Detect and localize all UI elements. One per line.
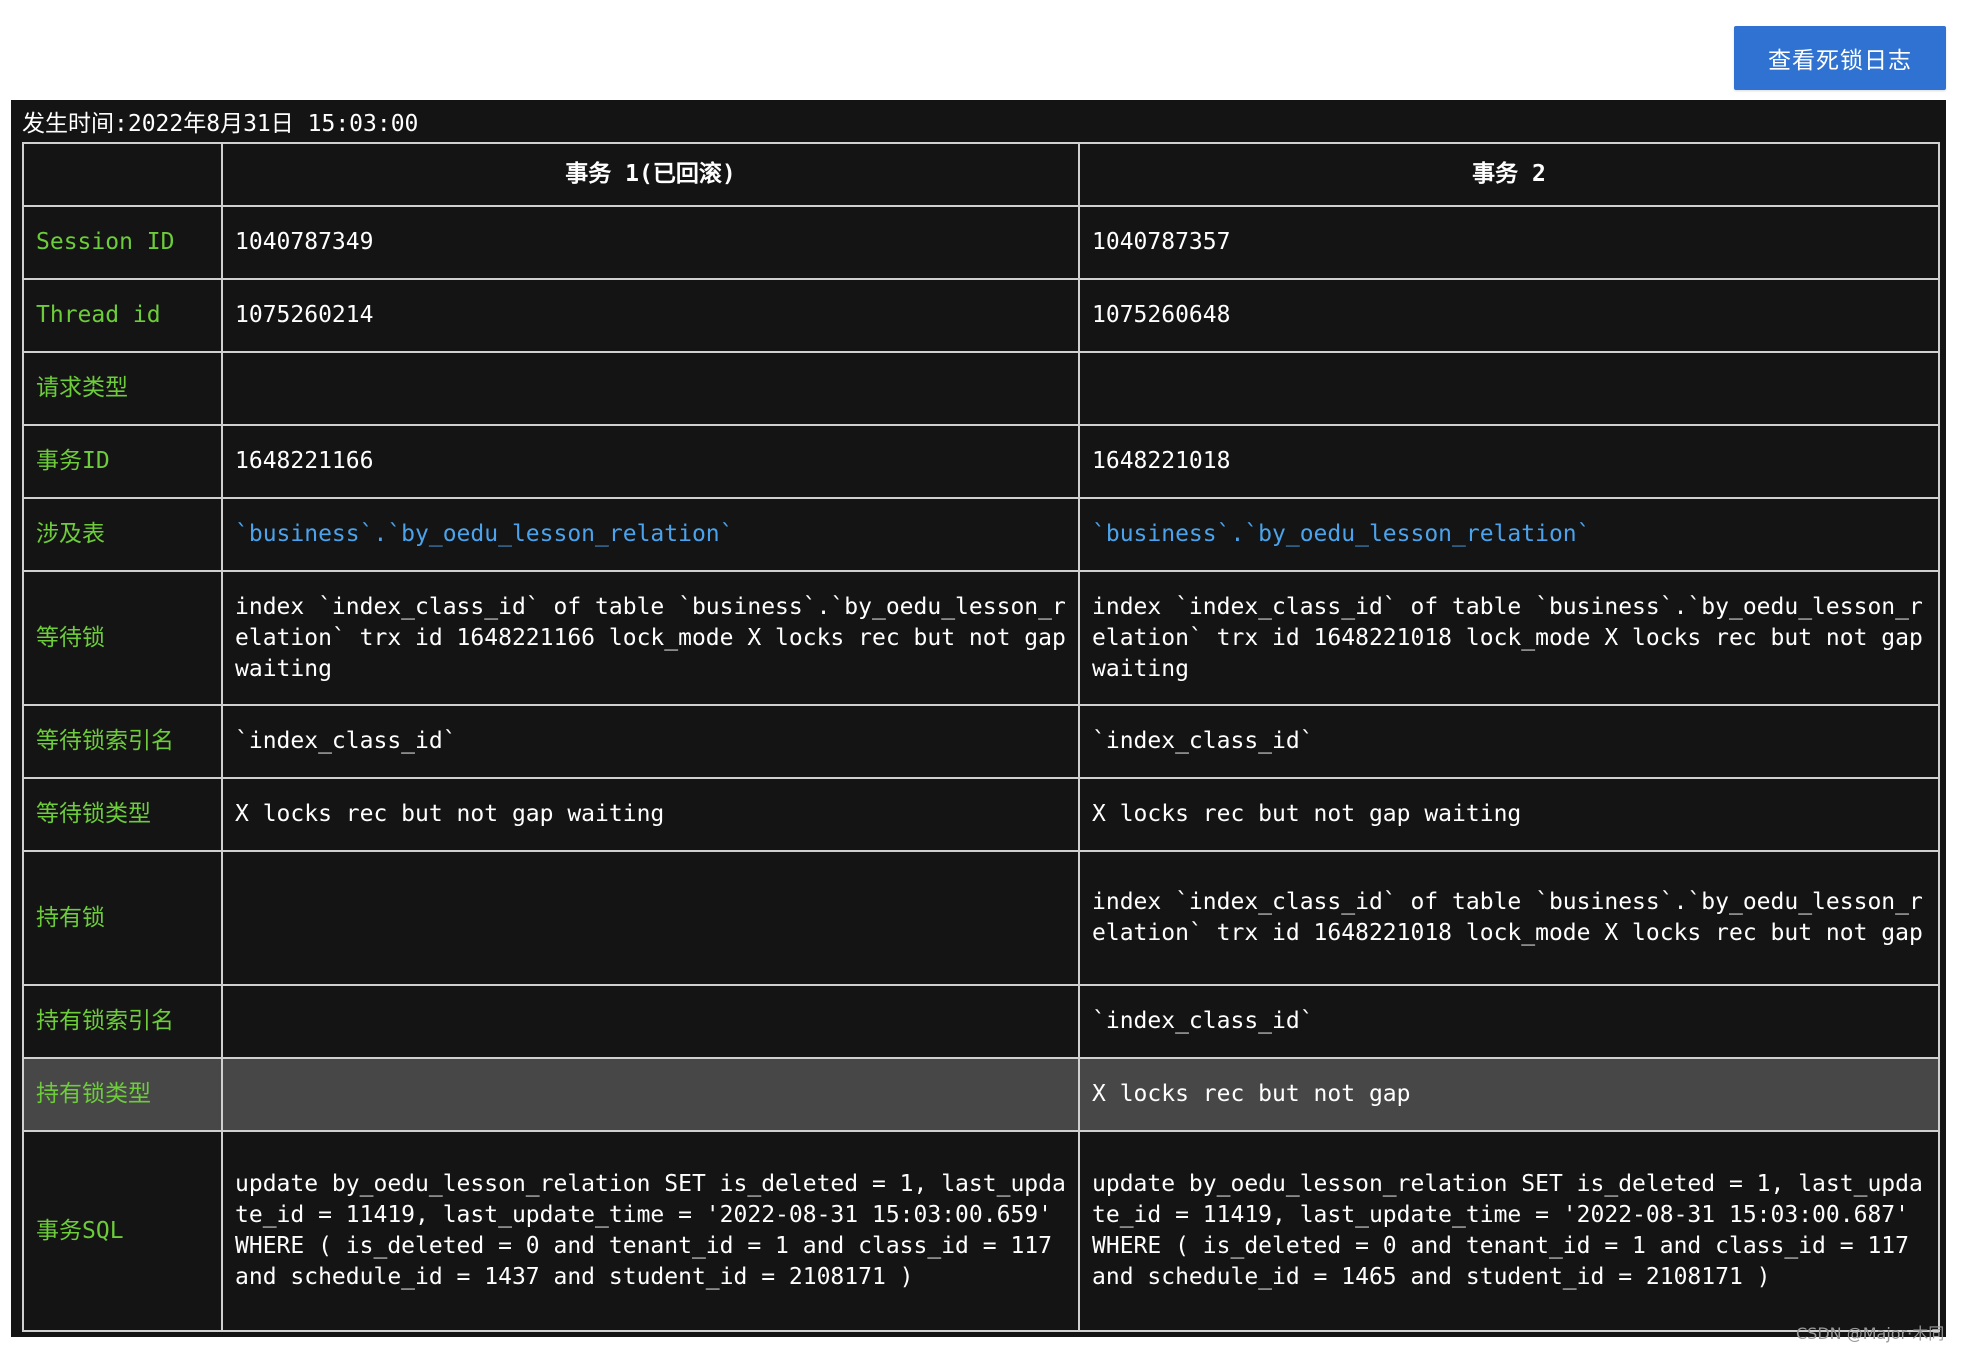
transaction-2-value: 1648221018 (1078, 424, 1940, 499)
header-cell-transaction-1: 事务 1(已回滚) (221, 142, 1080, 207)
row-label: 事务SQL (22, 1130, 223, 1332)
transaction-2-value: index `index_class_id` of table `busines… (1078, 570, 1940, 706)
transaction-2-sql: update by_oedu_lesson_relation SET is_de… (1078, 1130, 1940, 1332)
deadlock-table: 事务 1(已回滚) 事务 2 Session ID 1040787349 104… (22, 142, 1940, 1332)
transaction-1-value: 1040787349 (221, 205, 1080, 280)
row-label: 等待锁索引名 (22, 704, 223, 779)
table-row-transaction-sql: 事务SQL update by_oedu_lesson_relation SET… (22, 1130, 1940, 1332)
row-label: 涉及表 (22, 497, 223, 572)
transaction-2-value: `index_class_id` (1078, 704, 1940, 779)
transaction-2-value: index `index_class_id` of table `busines… (1078, 850, 1940, 986)
transaction-1-value (221, 984, 1080, 1059)
occurrence-time: 发生时间:2022年8月31日 15:03:00 (22, 111, 419, 137)
row-label: Session ID (22, 205, 223, 280)
table-row-held-lock-type: 持有锁类型 X locks rec but not gap (22, 1057, 1940, 1132)
transaction-1-value: 1648221166 (221, 424, 1080, 499)
transaction-1-value (221, 1057, 1080, 1132)
row-label: 持有锁 (22, 850, 223, 986)
table-row-held-lock-index: 持有锁索引名 `index_class_id` (22, 984, 1940, 1059)
transaction-1-value: 1075260214 (221, 278, 1080, 353)
transaction-1-value: `index_class_id` (221, 704, 1080, 779)
watermark: CSDN @Major·木同 (1796, 1324, 1945, 1343)
table-row-request-type: 请求类型 (22, 351, 1940, 426)
table-row-session-id: Session ID 1040787349 1040787357 (22, 205, 1940, 280)
transaction-2-table-name: `business`.`by_oedu_lesson_relation` (1078, 497, 1940, 572)
table-row-waiting-lock-index: 等待锁索引名 `index_class_id` `index_class_id` (22, 704, 1940, 779)
table-row-waiting-lock: 等待锁 index `index_class_id` of table `bus… (22, 570, 1940, 706)
row-label: 事务ID (22, 424, 223, 499)
table-header-row: 事务 1(已回滚) 事务 2 (22, 142, 1940, 207)
table-row-held-lock: 持有锁 index `index_class_id` of table `bus… (22, 850, 1940, 986)
table-row-transaction-id: 事务ID 1648221166 1648221018 (22, 424, 1940, 499)
transaction-1-sql: update by_oedu_lesson_relation SET is_de… (221, 1130, 1080, 1332)
transaction-2-value (1078, 351, 1940, 426)
table-row-thread-id: Thread id 1075260214 1075260648 (22, 278, 1940, 353)
row-label: 持有锁类型 (22, 1057, 223, 1132)
header-cell-field (22, 142, 223, 207)
row-label: 等待锁类型 (22, 777, 223, 852)
table-row-waiting-lock-type: 等待锁类型 X locks rec but not gap waiting X … (22, 777, 1940, 852)
transaction-2-value: `index_class_id` (1078, 984, 1940, 1059)
transaction-1-value (221, 850, 1080, 986)
transaction-2-value: 1040787357 (1078, 205, 1940, 280)
row-label: 持有锁索引名 (22, 984, 223, 1059)
table-row-involved-table: 涉及表 `business`.`by_oedu_lesson_relation`… (22, 497, 1940, 572)
transaction-2-value: 1075260648 (1078, 278, 1940, 353)
transaction-1-value (221, 351, 1080, 426)
row-label: 等待锁 (22, 570, 223, 706)
row-label: 请求类型 (22, 351, 223, 426)
view-deadlock-log-button[interactable]: 查看死锁日志 (1734, 26, 1946, 90)
transaction-2-value: X locks rec but not gap (1078, 1057, 1940, 1132)
header-cell-transaction-2: 事务 2 (1078, 142, 1940, 207)
transaction-1-value: index `index_class_id` of table `busines… (221, 570, 1080, 706)
transaction-1-table-name: `business`.`by_oedu_lesson_relation` (221, 497, 1080, 572)
transaction-1-value: X locks rec but not gap waiting (221, 777, 1080, 852)
deadlock-panel: 发生时间:2022年8月31日 15:03:00 事务 1(已回滚) 事务 2 … (11, 100, 1946, 1337)
transaction-2-value: X locks rec but not gap waiting (1078, 777, 1940, 852)
row-label: Thread id (22, 278, 223, 353)
